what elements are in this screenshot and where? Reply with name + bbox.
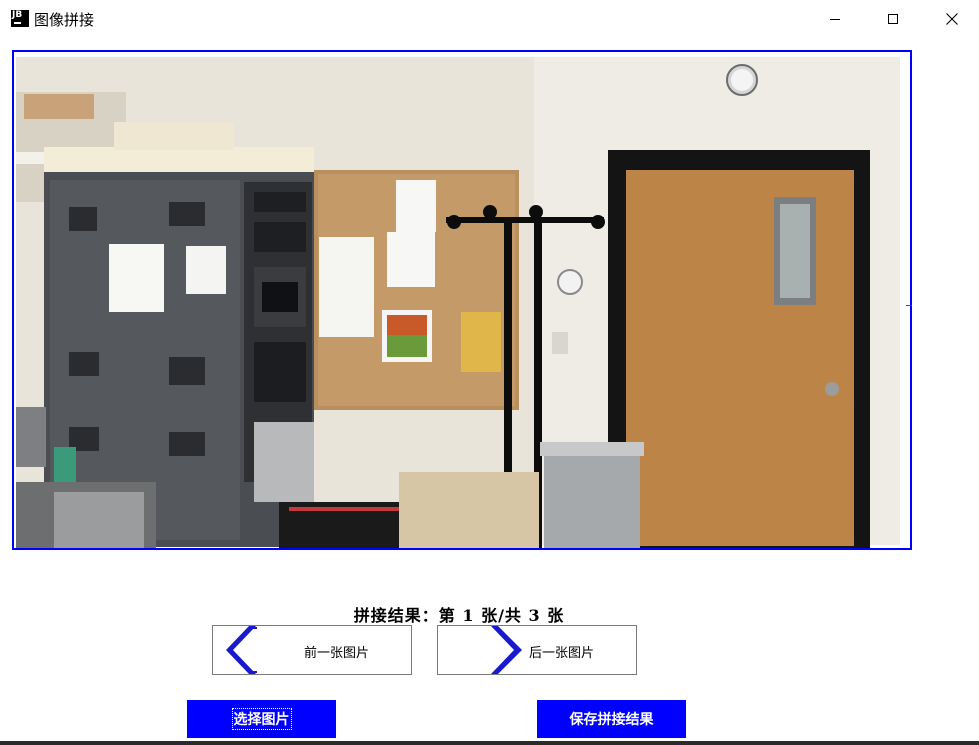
select-images-label: 选择图片 xyxy=(231,708,292,730)
stitched-image-frame xyxy=(12,50,912,550)
maximize-button[interactable] xyxy=(870,0,916,38)
app-icon-text: JB xyxy=(12,10,23,20)
close-button[interactable] xyxy=(929,0,975,38)
image-edge-marker xyxy=(906,305,912,306)
result-label: 拼接结果：第 1 张/共 3 张 xyxy=(353,606,565,625)
stitched-image xyxy=(14,52,910,548)
next-image-button[interactable]: 后一张图片 xyxy=(437,625,637,675)
next-image-label: 后一张图片 xyxy=(529,646,595,661)
prev-image-button[interactable]: 前一张图片 xyxy=(212,625,412,675)
minimize-button[interactable] xyxy=(812,0,858,38)
close-icon xyxy=(946,13,958,25)
window-title: 图像拼接 xyxy=(34,11,95,29)
save-result-button[interactable]: 保存拼接结果 xyxy=(537,700,686,738)
chevron-right-icon xyxy=(491,626,522,674)
title-bar: JB 图像拼接 xyxy=(0,0,979,38)
chevron-left-icon xyxy=(226,626,257,674)
minimize-icon xyxy=(830,18,840,20)
select-images-button[interactable]: 选择图片 xyxy=(187,700,336,738)
save-result-label: 保存拼接结果 xyxy=(569,712,654,728)
app-icon: JB xyxy=(11,10,29,27)
prev-image-label: 前一张图片 xyxy=(304,646,370,661)
bottom-edge xyxy=(0,741,979,745)
maximize-icon xyxy=(888,14,898,24)
app-icon-bar xyxy=(14,22,21,24)
